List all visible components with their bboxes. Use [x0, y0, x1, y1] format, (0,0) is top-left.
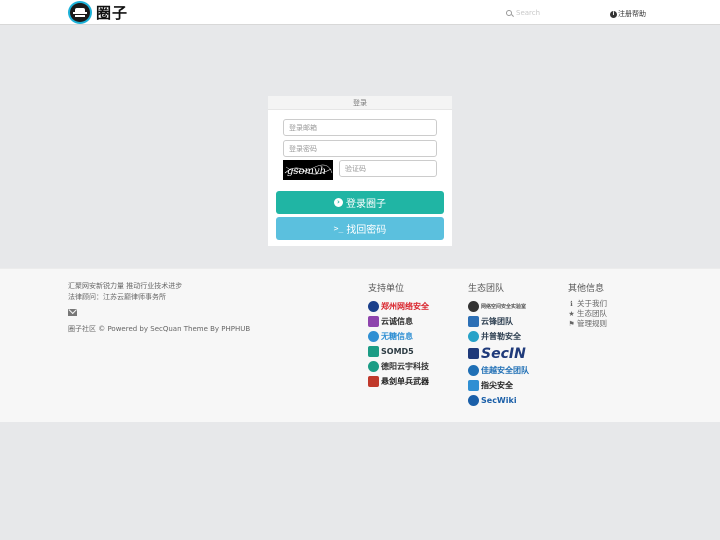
- other-info-links: ℹ 关于我们 ★ 生态团队 ⚑ 管理规则: [568, 299, 607, 329]
- eco-name: SecWiki: [481, 396, 517, 405]
- eco-mark-icon: [468, 348, 479, 359]
- other-info-title: 其他信息: [568, 284, 605, 294]
- ecosystem-title: 生态团队: [468, 284, 505, 294]
- sponsor-name: SOMD5: [381, 347, 414, 356]
- sponsor-mark-icon: [368, 331, 379, 342]
- eco-name: 井普勒安全: [481, 332, 521, 341]
- sponsor-mark-icon: [368, 316, 379, 327]
- hacker-logo-icon: [68, 1, 92, 24]
- sponsors-column: 支持单位 郑州网络安全 云诚信息无糖信息 SOMD5 德阳云宇科技 悬剑单兵武器: [368, 281, 429, 389]
- captcha-graphic: gsomvh: [284, 164, 333, 177]
- register-help-label: 注册帮助: [618, 10, 646, 18]
- ecosystem-column: 生态团队 网络空间安全实验室 云锋团队井普勒安全 SecIN 佳越安全团队 指尖安全 Se…: [468, 281, 529, 408]
- site-logo[interactable]: 圈子: [68, 1, 128, 24]
- search-box[interactable]: [506, 7, 590, 19]
- sponsor-logo[interactable]: SOMD5: [368, 344, 429, 359]
- eco-logo[interactable]: 佳越安全团队: [468, 363, 529, 378]
- email-field[interactable]: [283, 119, 437, 136]
- logo-text: 圈子: [96, 4, 129, 22]
- captcha-image[interactable]: gsomvh: [283, 160, 333, 180]
- footer-link[interactable]: ★ 生态团队: [568, 309, 607, 319]
- star-icon: ★: [568, 309, 575, 318]
- eco-logo[interactable]: SecIN: [468, 344, 529, 363]
- footer-copyright: 圈子社区 © Powered by SecQuan Theme By PHPHU…: [68, 325, 251, 333]
- search-icon: [506, 10, 512, 16]
- sponsor-name: 悬剑单兵武器: [381, 377, 429, 386]
- eco-name: 指尖安全: [481, 381, 513, 390]
- sponsor-logo[interactable]: 郑州网络安全: [368, 299, 429, 314]
- sponsors-title: 支持单位: [368, 284, 405, 294]
- top-navbar: 圈子 i 注册帮助: [0, 0, 720, 25]
- register-help-link[interactable]: i 注册帮助: [610, 9, 646, 19]
- sponsor-logo[interactable]: 云诚信息: [368, 314, 429, 329]
- eco-mark-icon: [468, 365, 479, 376]
- eco-logo[interactable]: 指尖安全: [468, 378, 529, 393]
- arrow-circle-right-icon: ›: [334, 198, 343, 207]
- footer-link[interactable]: ⚑ 管理规则: [568, 319, 607, 329]
- sponsor-logo-list: 郑州网络安全 云诚信息无糖信息 SOMD5 德阳云宇科技 悬剑单兵武器: [368, 299, 429, 389]
- eco-mark-icon: [468, 395, 479, 406]
- sponsor-name: 郑州网络安全: [381, 302, 429, 311]
- sponsor-mark-icon: [368, 301, 379, 312]
- eco-mark-icon: [468, 301, 479, 312]
- eco-mark-icon: [468, 331, 479, 342]
- other-info-column: 其他信息 ℹ 关于我们 ★ 生态团队 ⚑ 管理规则: [568, 281, 607, 329]
- footer-link-label: 生态团队: [577, 309, 607, 318]
- find-password-button[interactable]: >_ 找回密码: [276, 217, 444, 240]
- sponsor-mark-icon: [368, 361, 379, 372]
- footer-link[interactable]: ℹ 关于我们: [568, 299, 607, 309]
- search-input[interactable]: [516, 9, 586, 17]
- info-circle-icon: ℹ: [570, 299, 573, 308]
- info-circle-icon: i: [610, 10, 617, 18]
- sponsor-mark-icon: [368, 346, 379, 357]
- eco-mark-icon: [468, 380, 479, 391]
- password-field[interactable]: [283, 140, 437, 157]
- captcha-field[interactable]: [339, 160, 437, 177]
- eco-name: SecIN: [481, 345, 526, 362]
- find-password-label: 找回密码: [346, 225, 387, 236]
- sponsor-logo[interactable]: 无糖信息: [368, 329, 429, 344]
- eco-mark-icon: [468, 316, 479, 327]
- eco-logo[interactable]: 云锋团队: [468, 314, 529, 329]
- flag-icon: ⚑: [568, 319, 575, 328]
- footer-slogan: 汇聚网安新锐力量 推动行业技术进步: [68, 282, 183, 290]
- footer-about: 汇聚网安新锐力量 推动行业技术进步 法律顾问：江苏云巅律师事务所 圈子社区 © …: [68, 281, 250, 335]
- captcha-text: gsomvh: [287, 166, 326, 177]
- eco-logo[interactable]: 网络空间安全实验室: [468, 299, 529, 314]
- login-button[interactable]: › 登录圈子: [276, 191, 444, 214]
- footer-link-label: 管理规则: [577, 319, 607, 328]
- eco-name: 网络空间安全实验室: [481, 304, 527, 310]
- sponsor-name: 无糖信息: [381, 332, 413, 341]
- sponsor-name: 云诚信息: [381, 317, 413, 326]
- terminal-icon: >_: [333, 224, 344, 233]
- eco-name: 佳越安全团队: [481, 366, 529, 375]
- eco-logo[interactable]: 井普勒安全: [468, 329, 529, 344]
- login-panel: 登录 gsomvh › 登录圈子 >_ 找回密码: [268, 96, 452, 246]
- ecosystem-logo-list: 网络空间安全实验室 云锋团队井普勒安全 SecIN 佳越安全团队 指尖安全 SecWiki: [468, 299, 529, 408]
- envelope-icon[interactable]: [68, 309, 77, 316]
- sponsor-logo[interactable]: 悬剑单兵武器: [368, 374, 429, 389]
- site-footer: 汇聚网安新锐力量 推动行业技术进步 法律顾问：江苏云巅律师事务所 圈子社区 © …: [0, 268, 720, 422]
- login-panel-heading: 登录: [268, 96, 452, 110]
- eco-logo[interactable]: SecWiki: [468, 393, 529, 408]
- sponsor-mark-icon: [368, 376, 379, 387]
- footer-legal: 法律顾问：江苏云巅律师事务所: [68, 293, 166, 301]
- sponsor-logo[interactable]: 德阳云宇科技: [368, 359, 429, 374]
- footer-link-label: 关于我们: [577, 299, 607, 308]
- eco-name: 云锋团队: [481, 317, 513, 326]
- sponsor-name: 德阳云宇科技: [381, 362, 429, 371]
- login-button-label: 登录圈子: [346, 199, 386, 210]
